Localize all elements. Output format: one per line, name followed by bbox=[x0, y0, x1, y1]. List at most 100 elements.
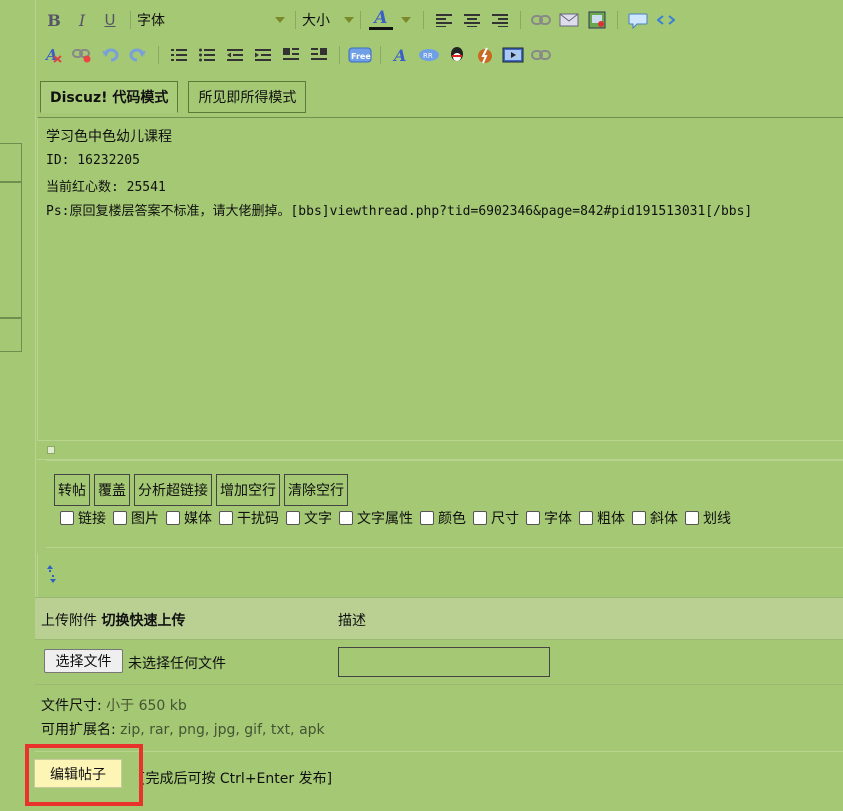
qq-button[interactable] bbox=[443, 42, 471, 68]
file-size-info: 文件尺寸: 小于 650 kb bbox=[41, 695, 187, 715]
strike-checkbox[interactable] bbox=[685, 511, 699, 525]
chevron-down-icon[interactable] bbox=[401, 17, 411, 23]
flash-button[interactable] bbox=[471, 42, 499, 68]
option-bold[interactable]: 粗体 bbox=[579, 508, 625, 528]
toolbar-separator bbox=[130, 11, 131, 29]
outdent-button[interactable] bbox=[221, 42, 249, 68]
chevron-down-icon bbox=[275, 17, 285, 23]
font-checkbox[interactable] bbox=[526, 511, 540, 525]
free-button[interactable]: Free bbox=[346, 42, 374, 68]
text-checkbox[interactable] bbox=[286, 511, 300, 525]
editor-toolbar-row-2: A Free A RR bbox=[40, 40, 555, 70]
resize-handle-icon[interactable] bbox=[47, 446, 55, 454]
option-font[interactable]: 字体 bbox=[526, 508, 572, 528]
align-right-button[interactable] bbox=[486, 7, 514, 33]
post-content-textarea[interactable]: 学习色中色幼儿课程 ID: 16232205 当前红心数: 25541 Ps:原… bbox=[37, 117, 843, 441]
extension-info: 可用扩展名: zip, rar, png, jpg, gif, txt, apk bbox=[41, 719, 325, 739]
quote-button[interactable] bbox=[624, 7, 652, 33]
image-icon bbox=[588, 11, 606, 29]
option-label: 图片 bbox=[131, 511, 159, 527]
editor-line: Ps:原回复楼层答案不标准，请大佬删掉。[bbs]viewthread.php?… bbox=[46, 204, 753, 219]
float-left-button[interactable] bbox=[277, 42, 305, 68]
float-right-button[interactable] bbox=[305, 42, 333, 68]
editor-toolbar-row-1: B I U 字体 大小 A bbox=[40, 5, 680, 35]
option-size[interactable]: 尺寸 bbox=[473, 508, 519, 528]
option-interference[interactable]: 干扰码 bbox=[219, 508, 279, 528]
file-size-label: 文件尺寸: bbox=[41, 698, 102, 714]
align-center-icon bbox=[464, 14, 480, 27]
editor-resize-bar bbox=[37, 440, 843, 460]
bold-checkbox[interactable] bbox=[579, 511, 593, 525]
option-text[interactable]: 文字 bbox=[286, 508, 332, 528]
reply-hide-button[interactable]: RR bbox=[415, 42, 443, 68]
bold-button[interactable]: B bbox=[40, 7, 68, 33]
expand-collapse-icon[interactable] bbox=[44, 562, 58, 588]
option-color[interactable]: 颜色 bbox=[420, 508, 466, 528]
edit-post-button[interactable]: 编辑帖子 bbox=[34, 759, 122, 788]
tab-discuz-code[interactable]: Discuz! 代码模式 bbox=[40, 81, 179, 113]
extension-label: 可用扩展名: bbox=[41, 722, 116, 738]
align-center-button[interactable] bbox=[458, 7, 486, 33]
underline-button[interactable]: U bbox=[96, 7, 124, 33]
italic-button[interactable]: I bbox=[68, 7, 96, 33]
option-link[interactable]: 链接 bbox=[60, 508, 106, 528]
option-text-attr[interactable]: 文字属性 bbox=[339, 508, 413, 528]
svg-text:A: A bbox=[392, 46, 406, 64]
option-label: 斜体 bbox=[650, 511, 678, 527]
quick-upload-toggle[interactable]: 切换快速上传 bbox=[101, 613, 185, 629]
font-select[interactable]: 字体 bbox=[137, 10, 289, 30]
option-label: 颜色 bbox=[438, 511, 466, 527]
ordered-list-icon bbox=[171, 49, 187, 61]
svg-text:Free: Free bbox=[351, 52, 371, 61]
remove-format-button[interactable]: A bbox=[40, 42, 68, 68]
toolbar-separator bbox=[295, 11, 296, 29]
helper-buttons: 转帖 覆盖 分析超链接 增加空行 清除空行 bbox=[54, 474, 348, 506]
size-select-label: 大小 bbox=[302, 13, 330, 29]
text-color-button[interactable]: A bbox=[367, 7, 395, 33]
video-icon bbox=[502, 47, 524, 63]
code-button[interactable] bbox=[652, 7, 680, 33]
size-checkbox[interactable] bbox=[473, 511, 487, 525]
option-image[interactable]: 图片 bbox=[113, 508, 159, 528]
align-left-button[interactable] bbox=[430, 7, 458, 33]
unordered-list-button[interactable] bbox=[193, 42, 221, 68]
option-italic[interactable]: 斜体 bbox=[632, 508, 678, 528]
parse-links-button[interactable]: 分析超链接 bbox=[134, 474, 212, 506]
link-button[interactable] bbox=[527, 7, 555, 33]
choose-file-button[interactable]: 选择文件 bbox=[44, 649, 123, 673]
email-button[interactable] bbox=[555, 7, 583, 33]
ordered-list-button[interactable] bbox=[165, 42, 193, 68]
tab-wysiwyg[interactable]: 所见即所得模式 bbox=[188, 81, 307, 113]
overwrite-button[interactable]: 覆盖 bbox=[94, 474, 130, 506]
post-helper-panel: 转帖 覆盖 分析超链接 增加空行 清除空行 链接 图片 媒体 干扰码 文字 文字… bbox=[46, 460, 843, 548]
more-links-button[interactable] bbox=[527, 42, 555, 68]
option-strike[interactable]: 划线 bbox=[685, 508, 731, 528]
repost-button[interactable]: 转帖 bbox=[54, 474, 90, 506]
add-blank-lines-button[interactable]: 增加空行 bbox=[216, 474, 280, 506]
option-label: 尺寸 bbox=[491, 511, 519, 527]
toolbar-separator bbox=[423, 11, 424, 29]
remove-blank-lines-button[interactable]: 清除空行 bbox=[284, 474, 348, 506]
video-button[interactable] bbox=[499, 42, 527, 68]
undo-button[interactable] bbox=[96, 42, 124, 68]
image-button[interactable] bbox=[583, 7, 611, 33]
indent-button[interactable] bbox=[249, 42, 277, 68]
link-checkbox[interactable] bbox=[60, 511, 74, 525]
description-input[interactable] bbox=[338, 647, 550, 677]
size-select[interactable]: 大小 bbox=[302, 10, 354, 30]
unlink-button[interactable] bbox=[68, 42, 96, 68]
media-checkbox[interactable] bbox=[166, 511, 180, 525]
italic-checkbox[interactable] bbox=[632, 511, 646, 525]
option-media[interactable]: 媒体 bbox=[166, 508, 212, 528]
option-label: 干扰码 bbox=[237, 511, 279, 527]
underline-icon: U bbox=[104, 11, 116, 29]
color-checkbox[interactable] bbox=[420, 511, 434, 525]
text-attr-checkbox[interactable] bbox=[339, 511, 353, 525]
option-label: 划线 bbox=[703, 511, 731, 527]
redo-button[interactable] bbox=[124, 42, 152, 68]
image-checkbox[interactable] bbox=[113, 511, 127, 525]
interference-checkbox[interactable] bbox=[219, 511, 233, 525]
font-style-button[interactable]: A bbox=[387, 42, 415, 68]
editor-line: 学习色中色幼儿课程 bbox=[46, 129, 172, 145]
expand-row bbox=[37, 553, 843, 597]
